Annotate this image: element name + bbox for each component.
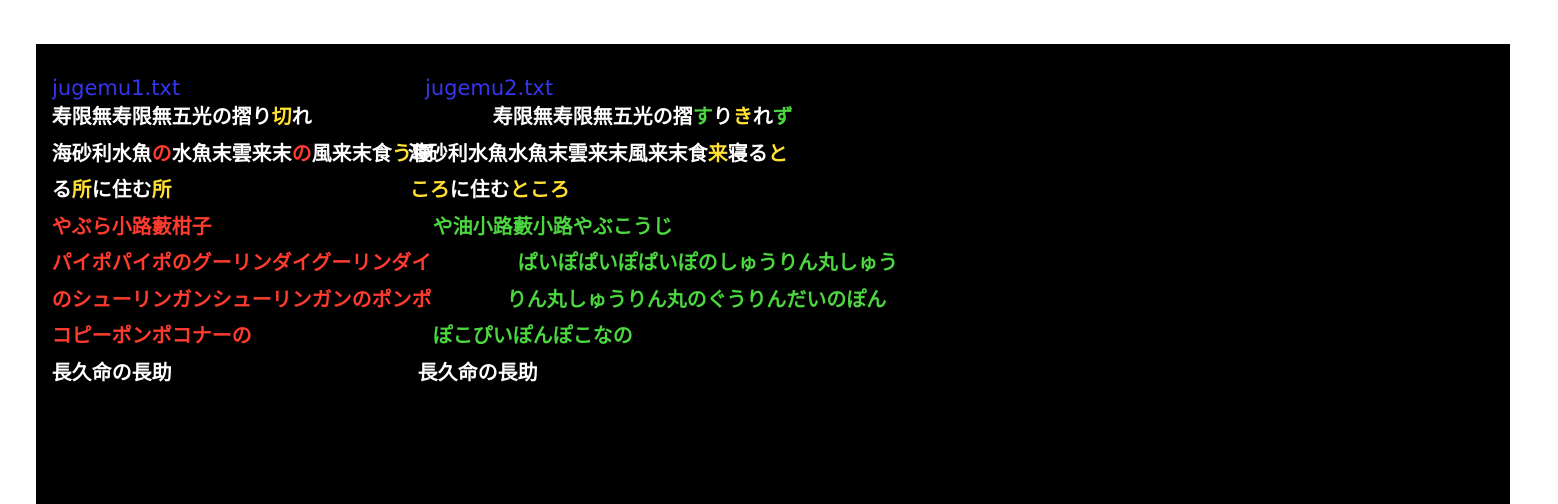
diff-segment-equal: 長久命の長助 bbox=[418, 359, 538, 384]
diff-segment-deleted: のシューリンガンシューリンガンのポンポ bbox=[52, 286, 432, 311]
right-line: 海砂利水魚水魚末雲来末風来末食来寝ると bbox=[408, 135, 788, 171]
diff-segment-equal: 長久命の長助 bbox=[52, 359, 172, 384]
diff-segment-changed: 所 bbox=[72, 177, 92, 201]
diff-segment-deleted: の bbox=[152, 140, 172, 165]
diff-segment-equal: る bbox=[52, 177, 72, 201]
diff-segment-inserted: す bbox=[693, 104, 713, 128]
diff-segment-deleted: やぶら小路藪柑子 bbox=[52, 213, 212, 238]
diff-segment-deleted: コピーポンポコナーの bbox=[52, 323, 252, 347]
diff-segment-changed: ころ bbox=[410, 177, 450, 201]
diff-row: 海砂利水魚の水魚末雲来末の風来末食う寝 海砂利水魚水魚末雲来末風来末食来寝ると bbox=[52, 135, 1492, 171]
right-file-name: jugemu2.txt bbox=[425, 76, 554, 100]
diff-segment-equal: に住む bbox=[92, 177, 152, 201]
left-line: 海砂利水魚の水魚末雲来末の風来末食う寝 bbox=[52, 135, 432, 171]
diff-segment-changed: き bbox=[733, 104, 753, 128]
diff-row: のシューリンガンシューリンガンのポンポ りん丸しゅうりん丸のぐうりんだいのぽん bbox=[52, 281, 1492, 317]
right-line: 寿限無寿限無五光の摺すりきれず bbox=[493, 98, 793, 134]
diff-segment-inserted: ず bbox=[773, 104, 793, 128]
left-line: 寿限無寿限無五光の摺り切れ bbox=[52, 98, 312, 134]
left-line: コピーポンポコナーの bbox=[52, 317, 252, 353]
right-line: ぱいぽぱいぽぱいぽのしゅうりん丸しゅう bbox=[518, 244, 898, 280]
diff-segment-equal: 寿限無寿限無五光の摺 bbox=[493, 104, 693, 128]
diff-row: やぶら小路藪柑子 や油小路藪小路やぶこうじ bbox=[52, 208, 1492, 244]
diff-segment-deleted: パイポパイポのグーリンダイグーリンダイ bbox=[52, 250, 432, 274]
diff-segment-equal: 海砂利水魚水魚末雲来末風来末食 bbox=[408, 140, 708, 165]
diff-segment-equal: 水魚末雲来末 bbox=[172, 140, 292, 165]
diff-segment-changed: 来 bbox=[708, 140, 728, 165]
right-line: ぽこぴいぽんぽこなの bbox=[433, 317, 633, 353]
diff-row: パイポパイポのグーリンダイグーリンダイ ぱいぽぱいぽぱいぽのしゅうりん丸しゅう bbox=[52, 244, 1492, 280]
diff-segment-changed: 所 bbox=[152, 177, 172, 201]
diff-view: jugemu1.txt jugemu2.txt 寿限無寿限無五光の摺り切れ 寿限無… bbox=[36, 44, 1510, 504]
diff-segment-deleted: の bbox=[292, 140, 312, 165]
left-line: パイポパイポのグーリンダイグーリンダイ bbox=[52, 244, 432, 280]
diff-segment-equal: り bbox=[713, 104, 733, 128]
diff-segment-inserted: ぽこぴいぽんぽこなの bbox=[433, 323, 633, 347]
diff-segment-equal: 風来末食 bbox=[312, 140, 392, 165]
right-line: 長久命の長助 bbox=[418, 354, 538, 390]
diff-row: る所に住む所 ころに住むところ bbox=[52, 171, 1492, 207]
left-line: のシューリンガンシューリンガンのポンポ bbox=[52, 281, 432, 317]
diff-row: コピーポンポコナーの ぽこぴいぽんぽこなの bbox=[52, 317, 1492, 353]
diff-segment-equal: 海砂利水魚 bbox=[52, 140, 152, 165]
diff-segment-equal: に住む bbox=[450, 177, 510, 201]
left-file-name: jugemu1.txt bbox=[52, 76, 181, 100]
right-line: ころに住むところ bbox=[410, 171, 570, 207]
diff-segment-equal: 寿限無寿限無五光の摺り bbox=[52, 104, 272, 128]
right-line: りん丸しゅうりん丸のぐうりんだいのぽん bbox=[507, 281, 887, 317]
diff-segment-equal: れ bbox=[753, 104, 773, 128]
diff-segment-changed: ところ bbox=[510, 177, 570, 201]
diff-segment-inserted: ぱいぽぱいぽぱいぽのしゅうりん丸しゅう bbox=[518, 250, 898, 274]
right-line: や油小路藪小路やぶこうじ bbox=[433, 208, 673, 244]
diff-segment-changed: と bbox=[768, 140, 788, 165]
diff-segment-equal: 寝る bbox=[728, 140, 768, 165]
diff-segment-changed: 切 bbox=[272, 104, 292, 128]
left-line: 長久命の長助 bbox=[52, 354, 172, 390]
diff-row: 寿限無寿限無五光の摺り切れ 寿限無寿限無五光の摺すりきれず bbox=[52, 98, 1492, 134]
diff-segment-equal: れ bbox=[292, 104, 312, 128]
left-line: やぶら小路藪柑子 bbox=[52, 208, 212, 244]
left-line: る所に住む所 bbox=[52, 171, 172, 207]
diff-segment-inserted: や油小路藪小路やぶこうじ bbox=[433, 213, 673, 238]
diff-segment-inserted: りん丸しゅうりん丸のぐうりんだいのぽん bbox=[507, 286, 887, 311]
diff-row: 長久命の長助 長久命の長助 bbox=[52, 354, 1492, 390]
